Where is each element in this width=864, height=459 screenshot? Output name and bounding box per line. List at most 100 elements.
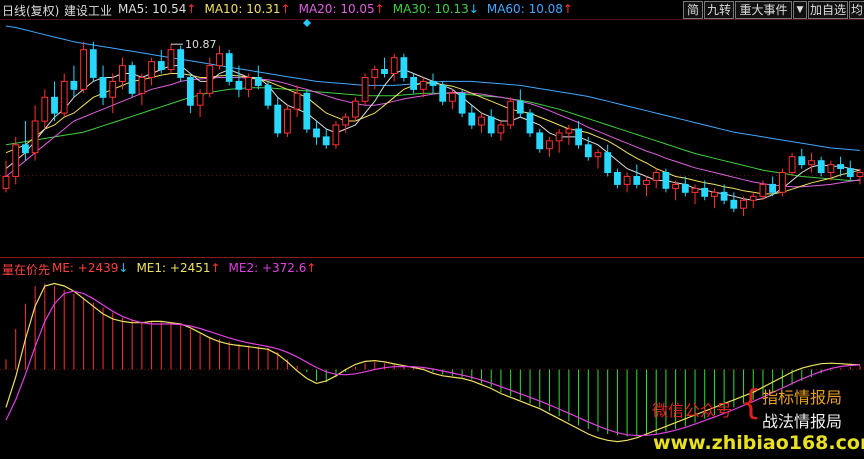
watermark-wechat: 微信公众号 — [652, 401, 733, 420]
candle-body — [12, 144, 20, 178]
candle-body — [352, 100, 359, 118]
candle-body — [157, 61, 165, 70]
peak-annotation: 10.87 — [185, 38, 217, 51]
candle-body — [109, 80, 117, 98]
candle-body — [837, 164, 845, 170]
me-item-label: ME1: — [136, 261, 170, 275]
candle-body — [507, 100, 515, 126]
me-item-1: ME1: +2451↑ — [136, 261, 220, 275]
candle-body — [419, 80, 427, 90]
candle-body — [371, 69, 379, 78]
candle-body — [303, 92, 311, 130]
candle-body — [449, 92, 456, 102]
sub-panel-title: 量在价先 — [2, 263, 51, 277]
candle-body — [720, 191, 728, 201]
kline-chart[interactable]: 10.87 — [0, 0, 864, 459]
candle-body — [458, 92, 466, 114]
candle-body — [526, 112, 534, 134]
candle-body — [342, 116, 350, 126]
candle-body — [293, 92, 301, 110]
candle-body — [662, 172, 670, 189]
candle-body — [177, 49, 185, 78]
candle-body — [60, 80, 68, 114]
candle-body — [410, 77, 418, 90]
candle-body — [429, 80, 437, 86]
candle-body — [99, 77, 107, 98]
me-item-value: +2439 — [77, 261, 119, 275]
me-item-0: ME: +2439↓ — [52, 261, 128, 275]
candle-body — [565, 128, 573, 134]
watermark-line1: 指标情报局 — [762, 388, 843, 407]
candle-body — [497, 124, 505, 134]
candle-body — [546, 140, 553, 150]
candle-body — [31, 120, 39, 154]
candle-body — [439, 84, 447, 102]
candle-body — [478, 116, 485, 126]
candle-body — [119, 65, 126, 82]
candle-body — [623, 176, 631, 185]
candle-body — [89, 49, 97, 78]
candle-body — [128, 65, 136, 94]
candle-body — [187, 77, 194, 106]
me-item-2: ME2: +372.6↑ — [229, 261, 317, 275]
candle-body — [740, 199, 747, 209]
candle-body — [856, 172, 864, 177]
candle-body — [769, 183, 777, 193]
arrow-up-icon: ↑ — [210, 261, 221, 275]
candle-body — [235, 80, 243, 90]
watermark-line2: 战法情报局 — [762, 412, 843, 431]
candle-body — [80, 49, 87, 90]
candle-body — [245, 77, 252, 90]
candle-body — [332, 124, 340, 146]
candle-body — [284, 108, 291, 134]
me-item-value: +372.6 — [261, 261, 307, 275]
candle-body — [827, 164, 835, 174]
candle-body — [216, 53, 223, 67]
candle-body — [361, 77, 369, 102]
arrow-up-icon: ↑ — [306, 261, 317, 275]
candle-body — [711, 191, 718, 197]
candle-body — [254, 77, 262, 86]
watermark-brace: { — [740, 383, 762, 423]
candle-body — [468, 112, 476, 126]
candle-body — [322, 136, 330, 146]
candle-body — [264, 84, 272, 106]
arrow-down-icon: ↓ — [118, 261, 129, 275]
candle-body — [681, 183, 689, 193]
candle-body — [138, 77, 146, 94]
candle-body — [390, 57, 398, 75]
candle-body — [643, 180, 650, 185]
candle-body — [487, 116, 495, 134]
candle-body — [652, 172, 660, 181]
candle-body — [575, 128, 583, 146]
candle-body — [51, 96, 58, 114]
candle-body — [604, 152, 612, 173]
candle-body — [381, 69, 388, 74]
candle-body — [313, 128, 320, 138]
candle-body — [274, 104, 282, 134]
candle-body — [536, 132, 544, 150]
candle-body — [633, 176, 641, 185]
me-item-label: ME2: — [228, 261, 262, 275]
candle-body — [196, 92, 204, 106]
me-item-value: +2451 — [169, 261, 211, 275]
candle-body — [516, 100, 524, 114]
ma30-line — [5, 87, 860, 181]
candle-body — [400, 57, 408, 78]
candle-body — [167, 49, 175, 70]
candle-body — [730, 199, 738, 209]
candle-body — [817, 160, 825, 174]
candle-body — [584, 144, 592, 158]
watermark-site: www.zhibiao168.com — [653, 432, 864, 454]
candle-body — [808, 160, 815, 166]
candle-body — [225, 53, 233, 82]
candle-body — [798, 156, 806, 166]
sub-panel-legend: ME: +2439↓ ME1: +2451↑ ME2: +372.6↑ — [52, 261, 324, 275]
candle-body — [614, 172, 621, 185]
candle-body — [749, 195, 757, 201]
candle-body — [594, 152, 602, 158]
candle-body — [701, 187, 709, 197]
candle-body — [555, 132, 563, 142]
candle-body — [779, 172, 786, 193]
candle-body — [846, 168, 854, 178]
